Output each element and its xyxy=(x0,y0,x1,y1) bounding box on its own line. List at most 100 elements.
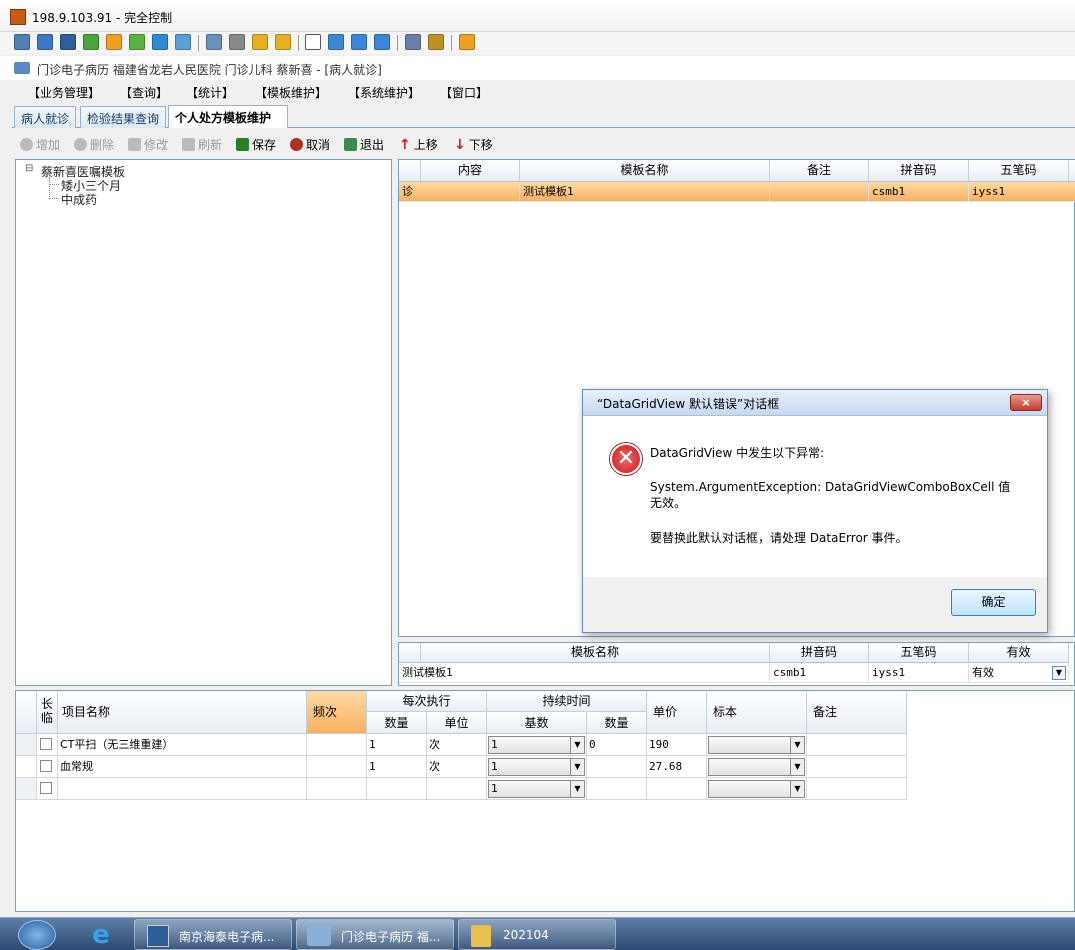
tab-patient-visit[interactable]: 病人就诊 xyxy=(14,106,77,128)
edit-button[interactable]: 修改 xyxy=(128,136,168,153)
taskbar-item[interactable]: 202104 xyxy=(458,919,616,950)
terminal-icon[interactable] xyxy=(60,34,76,50)
save-button[interactable]: 保存 xyxy=(236,136,276,153)
upload-icon[interactable] xyxy=(206,34,222,50)
cell-note[interactable] xyxy=(807,756,907,778)
monitor-icon[interactable] xyxy=(37,34,53,50)
cell-note[interactable] xyxy=(770,182,869,202)
col-qty[interactable]: 数量 xyxy=(367,712,427,734)
cell-unit[interactable] xyxy=(427,778,487,800)
long-temp-checkbox[interactable] xyxy=(40,782,52,794)
specimen-select[interactable]: ▼ xyxy=(708,780,805,798)
unlock-icon[interactable] xyxy=(275,34,291,50)
tab-lab-results[interactable]: 检验结果查询 xyxy=(80,106,167,128)
dropdown-arrow-icon[interactable]: ▼ xyxy=(570,737,584,753)
cell-qty2[interactable] xyxy=(587,778,647,800)
cell-qty2[interactable] xyxy=(587,756,647,778)
cell-pinyin[interactable]: csmb1 xyxy=(869,182,969,202)
cell-qty[interactable]: 1 xyxy=(367,756,427,778)
dropdown-arrow-icon[interactable]: ▼ xyxy=(790,781,804,797)
col-item-name[interactable]: 项目名称 xyxy=(58,691,307,734)
cell-frequency[interactable] xyxy=(307,778,367,800)
col-template-name[interactable]: 模板名称 xyxy=(520,160,770,182)
scale-icon[interactable] xyxy=(374,34,390,50)
col-long-temp[interactable]: 长临 xyxy=(37,691,58,734)
clock-icon[interactable] xyxy=(106,34,122,50)
tools-icon[interactable] xyxy=(428,34,444,50)
valid-select[interactable]: 有效 ▼ xyxy=(969,663,1069,683)
cell-item-name[interactable]: CT平扫（无三维重建） xyxy=(58,734,307,756)
transfer-icon[interactable] xyxy=(83,34,99,50)
long-temp-checkbox[interactable] xyxy=(40,738,52,750)
phone-icon[interactable] xyxy=(152,34,168,50)
menu-query[interactable]: 【查询】 xyxy=(120,84,168,101)
add-button[interactable]: 增加 xyxy=(20,136,60,153)
col-content[interactable]: 内容 xyxy=(421,160,520,182)
long-temp-checkbox[interactable] xyxy=(40,760,52,772)
cell-unit[interactable]: 次 xyxy=(427,756,487,778)
col-wubi[interactable]: 五笔码 xyxy=(969,160,1069,182)
cell-unit[interactable]: 次 xyxy=(427,734,487,756)
col-qty2[interactable]: 数量 xyxy=(587,712,647,734)
col-base[interactable]: 基数 xyxy=(487,712,587,734)
base-select[interactable]: 1 ▼ xyxy=(488,736,585,754)
cell-content[interactable]: 诊 xyxy=(399,182,520,202)
col-pinyin[interactable]: 拼音码 xyxy=(869,160,969,182)
col-duration[interactable]: 持续时间 xyxy=(487,691,647,712)
cell-item-name[interactable]: 血常规 xyxy=(58,756,307,778)
collapse-icon[interactable]: ⊟ xyxy=(25,163,33,174)
disconnect-icon[interactable] xyxy=(459,34,475,50)
tab-template-maintenance[interactable]: 个人处方模板维护 xyxy=(168,105,288,128)
copy-icon[interactable] xyxy=(405,34,421,50)
cell-price[interactable]: 27.68 xyxy=(647,756,707,778)
menu-system[interactable]: 【系统维护】 xyxy=(348,84,420,101)
screen-icon[interactable] xyxy=(14,34,30,50)
cell-item-name[interactable] xyxy=(58,778,307,800)
cell-note[interactable] xyxy=(807,778,907,800)
menu-business[interactable]: 【业务管理】 xyxy=(28,84,100,101)
cell-template-name[interactable]: 测试模板1 xyxy=(399,663,770,683)
chat-icon[interactable] xyxy=(129,34,145,50)
cell-template-name[interactable]: 测试模板1 xyxy=(520,182,770,202)
cell-qty2[interactable]: 0 xyxy=(587,734,647,756)
move-up-button[interactable]: ↑ 上移 xyxy=(399,136,438,153)
cell-frequency[interactable] xyxy=(307,756,367,778)
window-icon[interactable] xyxy=(351,34,367,50)
dropdown-arrow-icon[interactable]: ▼ xyxy=(570,781,584,797)
cell-note[interactable] xyxy=(807,734,907,756)
dropdown-arrow-icon[interactable]: ▼ xyxy=(570,759,584,775)
delete-button[interactable]: 删除 xyxy=(74,136,114,153)
cell-wubi[interactable]: iyss1 xyxy=(869,663,969,683)
lock-icon[interactable] xyxy=(252,34,268,50)
menu-template[interactable]: 【模板维护】 xyxy=(255,84,327,101)
tree-node[interactable]: 中成药 xyxy=(61,191,97,208)
col-note[interactable]: 备注 xyxy=(770,160,869,182)
specimen-select[interactable]: ▼ xyxy=(708,736,805,754)
cell-wubi[interactable]: iyss1 xyxy=(969,182,1075,202)
network-icon[interactable] xyxy=(229,34,245,50)
close-button[interactable]: × xyxy=(1010,394,1042,411)
col-note[interactable]: 备注 xyxy=(807,691,907,734)
dropdown-arrow-icon[interactable]: ▼ xyxy=(1052,666,1066,680)
col-each-exec[interactable]: 每次执行 xyxy=(367,691,487,712)
base-select[interactable]: 1 ▼ xyxy=(488,758,585,776)
col-wubi[interactable]: 五笔码 xyxy=(869,643,969,663)
cell-price[interactable] xyxy=(647,778,707,800)
col-template-name[interactable]: 模板名称 xyxy=(421,643,770,663)
specimen-select[interactable]: ▼ xyxy=(708,758,805,776)
base-select[interactable]: 1 ▼ xyxy=(488,780,585,798)
col-price[interactable]: 单价 xyxy=(647,691,707,734)
cell-qty[interactable]: 1 xyxy=(367,734,427,756)
menu-stats[interactable]: 【统计】 xyxy=(186,84,234,101)
col-unit[interactable]: 单位 xyxy=(427,712,487,734)
cell-pinyin[interactable]: csmb1 xyxy=(770,663,869,683)
taskbar-item[interactable]: 南京海泰电子病... xyxy=(134,919,292,950)
dropdown-arrow-icon[interactable]: ▼ xyxy=(790,759,804,775)
cell-frequency[interactable] xyxy=(307,734,367,756)
col-frequency[interactable]: 频次 xyxy=(307,691,367,734)
cell-qty[interactable] xyxy=(367,778,427,800)
message-icon[interactable] xyxy=(175,34,191,50)
menu-window[interactable]: 【窗口】 xyxy=(440,84,488,101)
start-button[interactable] xyxy=(18,920,56,950)
fit-screen-icon[interactable] xyxy=(328,34,344,50)
